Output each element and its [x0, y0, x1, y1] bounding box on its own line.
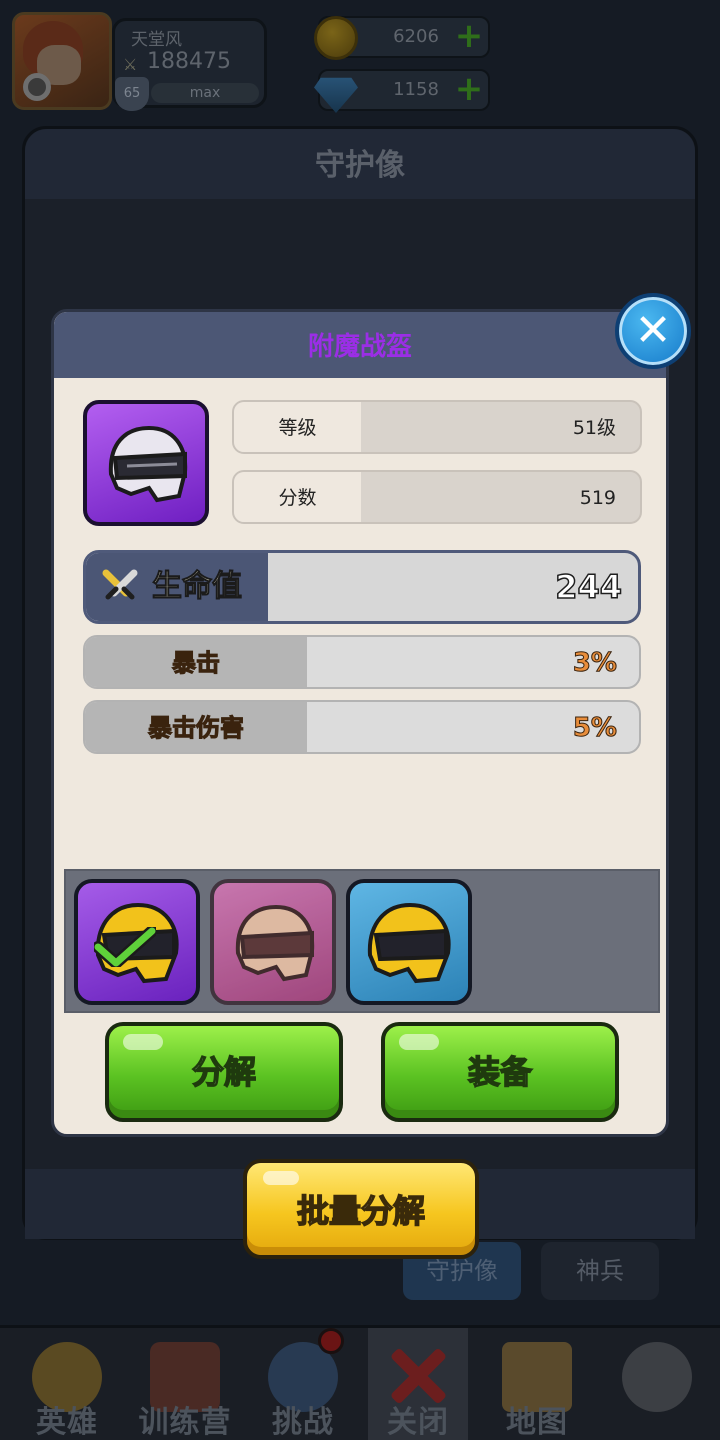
score-row: 分数 519 — [232, 470, 642, 524]
crit-damage-stat-row: 暴击伤害 5% — [83, 700, 641, 754]
decompose-label: 分解 — [191, 1052, 257, 1092]
close-x-icon: ✕ — [634, 305, 672, 356]
level-label: 等级 — [234, 402, 361, 452]
nav-label: 训练营 — [138, 1405, 232, 1440]
nav-label: 关闭 — [387, 1405, 449, 1440]
nav-label: 地图 — [506, 1405, 568, 1440]
batch-decompose-button[interactable]: 批量分解 — [243, 1159, 479, 1259]
helmet-icon — [83, 400, 209, 526]
equip-label: 装备 — [467, 1052, 533, 1092]
level-value: 51级 — [572, 417, 616, 439]
power-sword-icon: ⚔ — [123, 55, 138, 74]
crit-label: 暴击 — [172, 649, 221, 678]
main-stat-label: 生命值 — [152, 569, 243, 605]
modal-header: 附魔战盔 — [54, 312, 666, 378]
crit-stat-row: 暴击 3% — [83, 635, 641, 689]
gold-value: 6206 — [393, 26, 439, 47]
main-stat-value: 244 — [554, 567, 622, 607]
nav-close[interactable]: 关闭 — [368, 1328, 468, 1440]
crossed-swords-icon — [102, 569, 138, 600]
notification-dot — [318, 1328, 344, 1354]
nav-map[interactable]: 地图 — [478, 1328, 596, 1440]
level-row: 等级 51级 — [232, 400, 642, 454]
helmet-option-purple[interactable] — [74, 879, 200, 1005]
exp-bar: max — [151, 83, 259, 103]
bottom-nav: 英雄 训练营 挑战 关闭 地图 — [0, 1325, 720, 1440]
player-avatar[interactable] — [12, 12, 112, 110]
item-detail-modal: 附魔战盔 等级 51级 分数 519 生命值 244 暴击 3% 暴击伤害 5% — [51, 293, 691, 1137]
score-value: 519 — [579, 487, 616, 509]
player-name: 天堂风 — [131, 30, 182, 50]
equip-button[interactable]: 装备 — [381, 1022, 619, 1122]
top-header: 天堂风 ⚔ 188475 65 max 6206 + 1158 + — [0, 0, 720, 115]
diamond-icon — [314, 77, 358, 113]
level-shield-badge: 65 — [115, 77, 149, 111]
gold-coin-icon — [314, 16, 358, 60]
tab-divine-weapon[interactable]: 神兵 — [541, 1242, 659, 1300]
nav-heroes[interactable]: 英雄 — [8, 1328, 126, 1440]
decompose-button[interactable]: 分解 — [105, 1022, 343, 1122]
modal-title: 附魔战盔 — [307, 332, 412, 362]
settings-gear-icon[interactable] — [23, 73, 51, 101]
helmet-selector — [64, 869, 660, 1013]
gold-counter: 6206 + — [314, 16, 490, 60]
nav-label: 英雄 — [36, 1405, 98, 1440]
nav-locked[interactable] — [598, 1328, 716, 1440]
gem-value: 1158 — [393, 79, 439, 100]
crit-damage-label: 暴击伤害 — [148, 714, 245, 743]
add-gems-button[interactable]: + — [454, 72, 484, 106]
check-icon — [94, 927, 156, 967]
add-gold-button[interactable]: + — [454, 19, 484, 53]
nav-challenge[interactable]: 挑战 — [244, 1328, 362, 1440]
player-info: 天堂风 ⚔ 188475 65 max — [112, 18, 267, 111]
gem-counter: 1158 + — [314, 69, 490, 113]
gold-helmet-icon — [367, 902, 451, 984]
crit-damage-value: 5% — [572, 713, 617, 744]
pink-helmet-icon — [235, 904, 315, 982]
batch-decompose-label: 批量分解 — [296, 1191, 426, 1231]
player-power: 188475 — [147, 49, 231, 74]
score-label: 分数 — [234, 472, 361, 522]
nav-label: 挑战 — [272, 1405, 334, 1440]
lock-icon — [622, 1342, 692, 1412]
helmet-option-blue[interactable] — [346, 879, 472, 1005]
helmet-option-pink[interactable] — [210, 879, 336, 1005]
panel-title: 守护像 — [315, 148, 405, 183]
panel-header: 守护像 — [25, 129, 695, 199]
crit-value: 3% — [572, 648, 617, 679]
close-modal-button[interactable]: ✕ — [615, 293, 691, 369]
main-stat-row: 生命值 244 — [83, 550, 641, 624]
nav-training-camp[interactable]: 训练营 — [126, 1328, 244, 1440]
